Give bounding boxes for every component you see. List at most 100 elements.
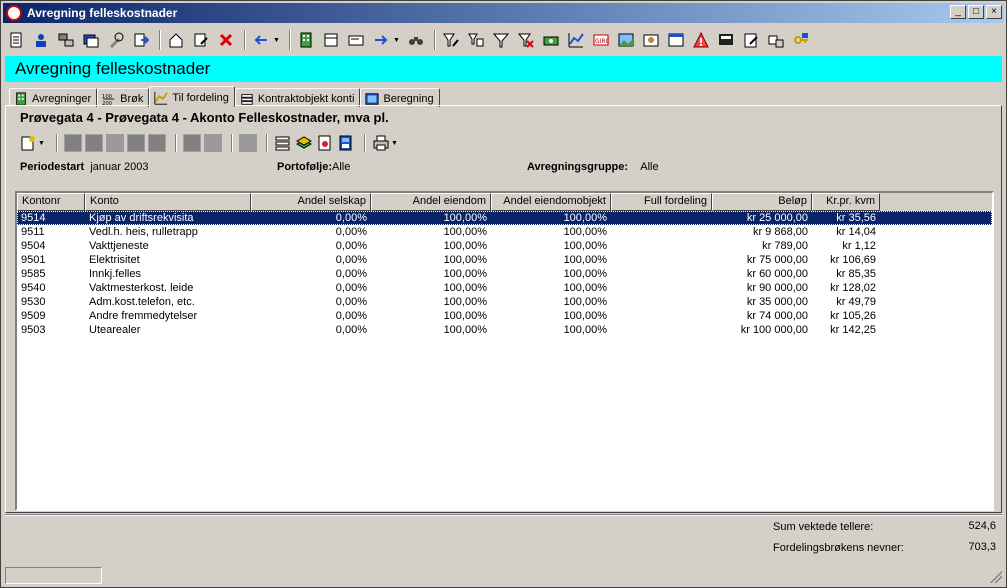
keyboard-icon[interactable] bbox=[715, 29, 737, 51]
table-row[interactable]: 9503 Utearealer 0,00% 100,00% 100,00% kr 100 … bbox=[17, 323, 992, 337]
chart-icon[interactable] bbox=[565, 29, 587, 51]
column-header[interactable]: Andel selskap bbox=[251, 193, 371, 211]
minimize-button[interactable]: _ bbox=[950, 5, 966, 19]
table-row[interactable]: 9530 Adm.kost.telefon, etc. 0,00% 100,00% 10… bbox=[17, 295, 992, 309]
table-row[interactable]: 9540 Vaktmesterkost. leide 0,00% 100,00% 100… bbox=[17, 281, 992, 295]
panel-icon[interactable] bbox=[320, 29, 342, 51]
key-icon[interactable] bbox=[790, 29, 812, 51]
report-icon[interactable] bbox=[316, 134, 334, 152]
table-row[interactable]: 9511 Vedl.h. heis, rulletrapp 0,00% 100,00%… bbox=[17, 225, 992, 239]
windows-icon[interactable] bbox=[80, 29, 102, 51]
table-cell bbox=[611, 267, 712, 281]
photo-icon[interactable] bbox=[640, 29, 662, 51]
portfolio: Portofølje:Alle bbox=[277, 161, 350, 173]
table-cell: 0,00% bbox=[335, 324, 367, 336]
clear-filter-icon[interactable] bbox=[515, 29, 537, 51]
column-header[interactable]: Beløp bbox=[712, 193, 812, 211]
user-icon[interactable] bbox=[30, 29, 52, 51]
column-header[interactable]: Kontonr bbox=[17, 193, 85, 211]
filter-icon[interactable] bbox=[490, 29, 512, 51]
accounts-table[interactable]: Kontonr Konto Andel selskap Andel eiendo… bbox=[15, 191, 994, 511]
table-row[interactable]: 9509 Andre fremmedytelser 0,00% 100,00% 100,… bbox=[17, 309, 992, 323]
toolbar-separator bbox=[289, 30, 291, 50]
back-arrow-icon[interactable] bbox=[250, 29, 272, 51]
column-header[interactable]: Kr.pr. kvm bbox=[812, 193, 880, 211]
stack-icon[interactable] bbox=[274, 134, 292, 152]
table-cell: 100,00% bbox=[443, 324, 487, 336]
table-cell: kr 85,35 bbox=[836, 268, 876, 280]
calculator-icon bbox=[365, 92, 379, 106]
export-icon[interactable] bbox=[130, 29, 152, 51]
chevron-down-icon[interactable]: ▼ bbox=[393, 37, 401, 44]
table-cell bbox=[611, 225, 712, 239]
secondary-toolbar: ▼ ▼ bbox=[19, 132, 403, 154]
table-cell: 100,00% bbox=[563, 240, 607, 252]
filter-edit-icon[interactable] bbox=[440, 29, 462, 51]
table-cell bbox=[611, 281, 712, 295]
maximize-button[interactable]: □ bbox=[968, 5, 984, 19]
money-icon[interactable] bbox=[540, 29, 562, 51]
new-record-icon[interactable] bbox=[19, 134, 37, 152]
tab-label: Kontraktobjekt konti bbox=[257, 93, 355, 105]
table-cell: Utearealer bbox=[89, 324, 141, 336]
house-icon[interactable] bbox=[165, 29, 187, 51]
notepad-icon[interactable] bbox=[740, 29, 762, 51]
image-icon[interactable] bbox=[615, 29, 637, 51]
chevron-down-icon[interactable]: ▼ bbox=[273, 37, 281, 44]
building-icon bbox=[14, 92, 28, 106]
giro-icon[interactable]: GIRO bbox=[590, 29, 612, 51]
table-cell bbox=[611, 253, 712, 267]
title-bar[interactable]: Avregning felleskostnader _ □ × bbox=[3, 3, 1004, 23]
chevron-down-icon[interactable]: ▼ bbox=[38, 140, 46, 147]
window-icon[interactable] bbox=[665, 29, 687, 51]
sum-value: 524,6 bbox=[968, 520, 996, 532]
tab-label: Beregning bbox=[383, 93, 434, 105]
calculate-icon[interactable] bbox=[337, 134, 355, 152]
table-cell: 0,00% bbox=[335, 240, 367, 252]
table-row[interactable]: 9504 Vakttjeneste 0,00% 100,00% 100,00% kr 78… bbox=[17, 239, 992, 253]
table-cell: 100,00% bbox=[443, 212, 487, 224]
column-header[interactable]: Andel eiendomobjekt bbox=[491, 193, 611, 211]
chevron-down-icon[interactable]: ▼ bbox=[391, 140, 399, 147]
column-header[interactable]: Konto bbox=[85, 193, 251, 211]
filter-list-icon[interactable] bbox=[465, 29, 487, 51]
tab-til-fordeling[interactable]: Til fordeling bbox=[149, 86, 235, 107]
table-row[interactable]: 9501 Elektrisitet 0,00% 100,00% 100,00% kr 75… bbox=[17, 253, 992, 267]
window-title: Avregning felleskostnader bbox=[27, 6, 178, 20]
document-icon[interactable] bbox=[5, 29, 27, 51]
resize-grip[interactable] bbox=[990, 571, 1002, 583]
tools-icon[interactable] bbox=[105, 29, 127, 51]
printer-icon[interactable] bbox=[372, 134, 390, 152]
forward-arrow-icon[interactable] bbox=[370, 29, 392, 51]
form-icon[interactable] bbox=[345, 29, 367, 51]
delete-icon[interactable] bbox=[215, 29, 237, 51]
column-header[interactable]: Andel eiendom bbox=[371, 193, 491, 211]
toolbar-separator bbox=[244, 30, 246, 50]
toolbar-separator bbox=[434, 30, 436, 50]
table-cell: kr 106,69 bbox=[830, 254, 876, 266]
table-cell: 9530 bbox=[21, 296, 46, 308]
warning-icon[interactable] bbox=[690, 29, 712, 51]
table-cell: kr 49,79 bbox=[836, 296, 876, 308]
edit-icon[interactable] bbox=[190, 29, 212, 51]
transfer-icon[interactable] bbox=[765, 29, 787, 51]
next-record-icon bbox=[127, 134, 145, 152]
building-icon[interactable] bbox=[295, 29, 317, 51]
table-body: 9514 Kjøp av driftsrekvisita 0,00% 100,00% 1… bbox=[17, 211, 992, 337]
table-cell: kr 60 000,00 bbox=[746, 268, 808, 280]
table-row[interactable]: 9514 Kjøp av driftsrekvisita 0,00% 100,00% 1… bbox=[17, 211, 992, 225]
table-row[interactable]: 9585 Innkj.felles 0,00% 100,00% 100,00% kr 60… bbox=[17, 267, 992, 281]
table-cell: 100,00% bbox=[563, 254, 607, 266]
binoculars-icon[interactable] bbox=[405, 29, 427, 51]
table-cell bbox=[611, 323, 712, 337]
books-icon[interactable] bbox=[295, 134, 313, 152]
network-icon[interactable] bbox=[55, 29, 77, 51]
column-header[interactable]: Full fordeling bbox=[611, 193, 712, 211]
table-cell: 0,00% bbox=[335, 296, 367, 308]
periodestart-value: januar 2003 bbox=[90, 161, 149, 173]
table-cell: kr 25 000,00 bbox=[746, 212, 808, 224]
table-cell: 100,00% bbox=[443, 240, 487, 252]
close-button[interactable]: × bbox=[986, 5, 1002, 19]
table-cell: 9504 bbox=[21, 240, 46, 252]
table-cell: kr 9 868,00 bbox=[752, 226, 808, 238]
